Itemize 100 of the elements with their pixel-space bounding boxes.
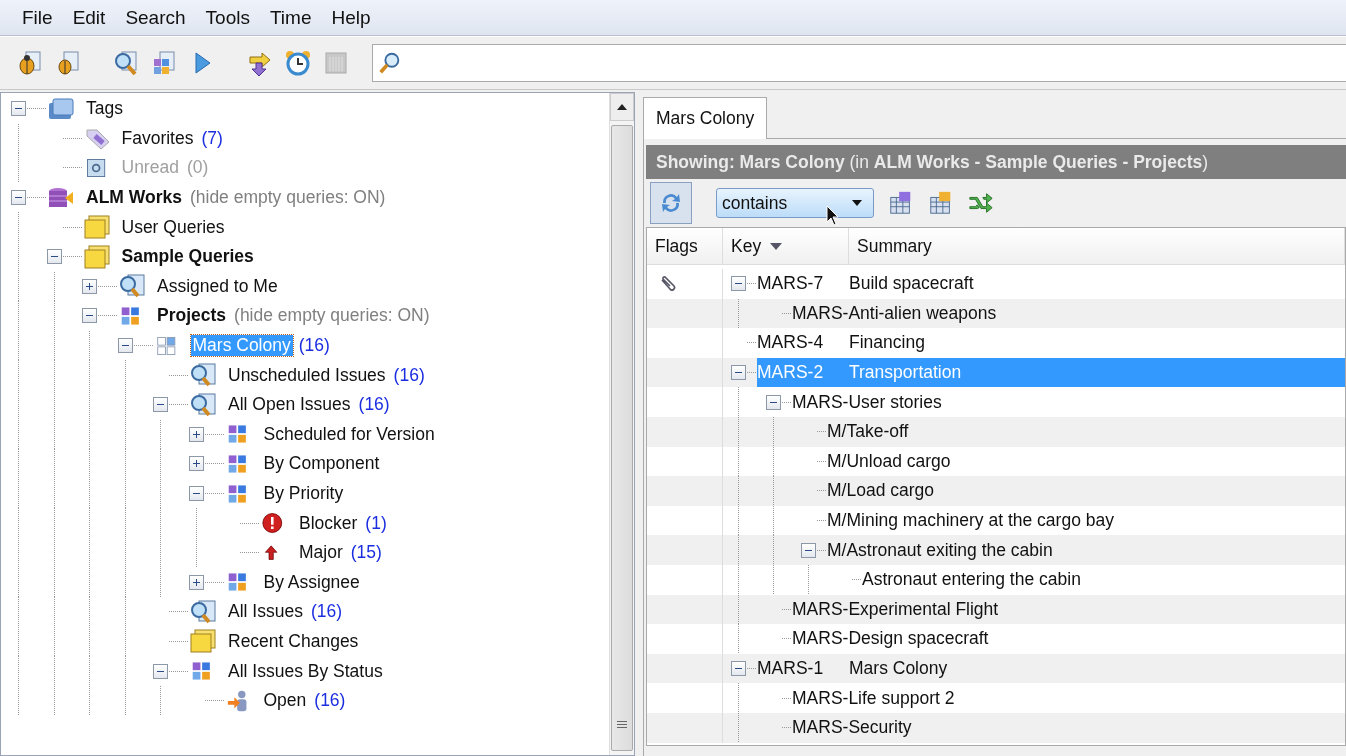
item-count: (16) bbox=[298, 335, 330, 357]
tree-item[interactable]: Assigned to Me bbox=[155, 275, 280, 297]
tree-item[interactable]: Favorites bbox=[119, 127, 196, 149]
scroll-up-button[interactable] bbox=[610, 93, 634, 121]
item-note: (hide empty queries: ON) bbox=[189, 187, 386, 209]
tree-item[interactable]: By Assignee bbox=[261, 571, 362, 593]
showing-text: Showing: Mars Colony (in ALM Works - Sample Queries - Projects) bbox=[656, 151, 1209, 173]
issue-title: MARS-Design spacecraft bbox=[792, 628, 989, 650]
collapse-icon[interactable] bbox=[188, 486, 204, 501]
tree-item[interactable]: All Issues By Status bbox=[226, 660, 385, 682]
collapse-icon[interactable] bbox=[801, 542, 816, 558]
database-icon bbox=[47, 185, 75, 210]
item-count: (7) bbox=[201, 127, 223, 149]
table-row[interactable]: Astronaut entering the cabin bbox=[862, 564, 1345, 595]
column-header[interactable]: Flags bbox=[647, 228, 723, 264]
collapse-icon[interactable] bbox=[46, 249, 62, 265]
collapse-icon[interactable] bbox=[731, 276, 746, 292]
table-row[interactable]: M/Mining machinery at the cargo bay bbox=[827, 505, 1345, 536]
issue-title: MARS-Experimental Flight bbox=[792, 598, 999, 620]
tree-item[interactable]: Scheduled for Version bbox=[261, 423, 437, 445]
tree-item[interactable]: Blocker bbox=[297, 512, 360, 534]
issue-key: MARS-4 bbox=[757, 332, 849, 354]
tab[interactable]: Mars Colony bbox=[643, 97, 768, 139]
issue-summary: Build spacecraft bbox=[849, 273, 974, 295]
item-count: (15) bbox=[350, 542, 382, 564]
tree-item[interactable]: ALM Works bbox=[84, 187, 184, 209]
tree-item[interactable]: All Issues bbox=[226, 601, 305, 623]
table-row[interactable]: MARS-User stories bbox=[792, 387, 1345, 417]
tree-item[interactable]: Sample Queries bbox=[119, 246, 256, 268]
table-row[interactable]: MARS-4 Financing bbox=[757, 328, 1345, 358]
column-header[interactable]: Key bbox=[723, 228, 849, 264]
expand-icon[interactable] bbox=[82, 278, 97, 294]
tree-item[interactable]: Major bbox=[297, 542, 345, 564]
folder-icon bbox=[47, 96, 75, 121]
issue-title: MARS-User stories bbox=[792, 391, 942, 413]
collapse-icon[interactable] bbox=[731, 661, 746, 676]
issue-title: MARS-Anti-alien weapons bbox=[792, 302, 997, 324]
expand-icon[interactable] bbox=[188, 574, 204, 590]
search-icon bbox=[189, 392, 217, 417]
issue-title: Astronaut entering the cabin bbox=[862, 569, 1081, 591]
collapse-icon[interactable] bbox=[11, 101, 26, 117]
issue-key: MARS-7 bbox=[757, 273, 849, 295]
tree-item[interactable]: All Open Issues bbox=[226, 394, 353, 416]
tree-item[interactable]: Projects bbox=[155, 305, 229, 327]
menu-item[interactable]: Search bbox=[115, 6, 196, 29]
issue-summary: Transportation bbox=[849, 362, 962, 384]
item-count: (16) bbox=[314, 690, 346, 712]
menu-item[interactable]: Help bbox=[321, 6, 381, 29]
column-header[interactable]: Summary bbox=[849, 228, 1345, 264]
collapse-icon[interactable] bbox=[153, 397, 168, 413]
issue-title: M/Unload cargo bbox=[827, 450, 951, 472]
search-icon bbox=[189, 363, 217, 388]
collapse-icon[interactable] bbox=[766, 394, 781, 410]
scrollbar-thumb[interactable] bbox=[611, 125, 633, 751]
tree-item[interactable]: User Queries bbox=[119, 216, 227, 238]
caret-icon bbox=[851, 199, 863, 207]
expand-icon[interactable] bbox=[188, 456, 204, 472]
menu-item[interactable]: File bbox=[12, 6, 63, 29]
menu-item[interactable]: Tools bbox=[195, 6, 260, 29]
expand-icon[interactable] bbox=[188, 426, 204, 442]
item-count: (16) bbox=[358, 394, 390, 416]
tree-item[interactable]: Tags bbox=[84, 98, 125, 120]
search-field[interactable] bbox=[372, 44, 1346, 82]
issue-title: M/Load cargo bbox=[827, 480, 934, 502]
collapse-icon[interactable] bbox=[153, 663, 168, 679]
up-arrow-icon bbox=[616, 103, 628, 111]
collapse-icon[interactable] bbox=[82, 308, 97, 324]
shuffle-icon[interactable] bbox=[968, 190, 994, 216]
tree-item[interactable]: Recent Changes bbox=[226, 631, 361, 652]
item-count: (0) bbox=[186, 157, 209, 179]
issue-title: M/Astronaut exiting the cabin bbox=[827, 539, 1053, 561]
table-row[interactable]: MARS-Design spacecraft bbox=[792, 624, 1345, 654]
tree-item[interactable]: By Priority bbox=[261, 483, 346, 504]
search-icon bbox=[189, 599, 217, 624]
menu-item[interactable]: Edit bbox=[62, 6, 116, 29]
collapse-icon[interactable] bbox=[731, 365, 746, 381]
folder-icon bbox=[189, 629, 217, 654]
refresh-button[interactable] bbox=[650, 182, 692, 224]
table-row[interactable]: MARS-7 Build spacecraft bbox=[757, 269, 1345, 299]
collapse-icon[interactable] bbox=[11, 190, 26, 206]
table-row[interactable]: M/Unload cargo bbox=[827, 446, 1345, 477]
filter-dropdown[interactable]: contains bbox=[716, 188, 874, 218]
issue-summary: Financing bbox=[849, 332, 925, 354]
table-row[interactable]: MARS-Life support 2 bbox=[792, 683, 1345, 713]
issue-title: M/Take-off bbox=[827, 421, 909, 443]
collapse-icon[interactable] bbox=[117, 338, 133, 354]
issue-summary: Mars Colony bbox=[849, 658, 948, 679]
item-count: (16) bbox=[393, 364, 425, 386]
item-note: (hide empty queries: ON) bbox=[234, 305, 430, 327]
search-icon bbox=[118, 274, 146, 299]
item-count: (16) bbox=[310, 601, 342, 623]
issue-title: MARS-Security bbox=[792, 717, 912, 739]
item-count: (1) bbox=[365, 512, 387, 534]
issue-key: MARS-2 bbox=[757, 362, 849, 384]
issue-title: MARS-Life support 2 bbox=[792, 687, 955, 709]
menu-item[interactable]: Time bbox=[259, 6, 322, 29]
tree-item[interactable]: Open bbox=[261, 690, 309, 712]
issue-key: MARS-1 bbox=[757, 658, 849, 679]
tree-item[interactable]: Unscheduled Issues bbox=[226, 364, 388, 386]
tree-item[interactable]: By Component bbox=[261, 453, 382, 475]
